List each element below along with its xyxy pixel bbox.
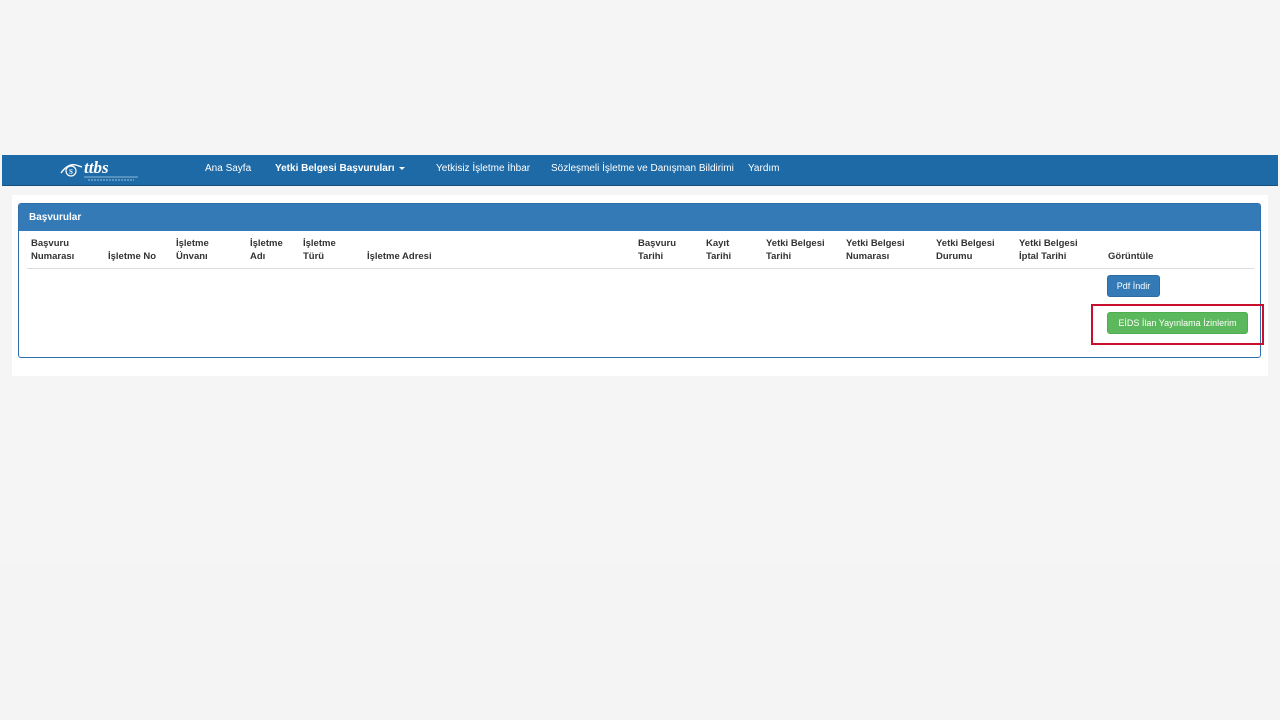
column-header: Yetki Belgesi İptal Tarihi	[1019, 238, 1078, 262]
column-header: Kayıt Tarihi	[706, 238, 732, 262]
top-navbar: S ttbs Ana Sayfa Yetki Belgesi Başvurula…	[2, 155, 1278, 186]
column-header: İşletme Türü	[303, 238, 336, 262]
column-header: İşletme No	[108, 251, 157, 262]
nav-yardim[interactable]: Yardım	[748, 163, 780, 174]
column-header: Yetki Belgesi Numarası	[846, 238, 905, 262]
pdf-download-button[interactable]: Pdf İndir	[1107, 275, 1160, 297]
svg-text:ttbs: ttbs	[84, 158, 109, 177]
svg-text:S: S	[69, 168, 73, 176]
nav-yetkisiz-isletme-ihbar[interactable]: Yetkisiz İşletme İhbar	[436, 163, 530, 174]
column-header: Görüntüle	[1108, 251, 1154, 262]
column-header: Yetki Belgesi Durumu	[936, 238, 995, 262]
column-header: İşletme Adı	[250, 238, 283, 262]
caret-down-icon	[398, 166, 405, 170]
nav-yetki-belgesi-basvurulari[interactable]: Yetki Belgesi Başvuruları	[275, 163, 405, 174]
column-header: İşletme Adresi	[367, 251, 432, 262]
table-header-divider	[27, 268, 1254, 269]
highlight-annotation	[1091, 304, 1264, 345]
column-header: Başvuru Tarihi	[638, 238, 677, 262]
nav-ana-sayfa[interactable]: Ana Sayfa	[205, 163, 251, 174]
column-header: Başvuru Numarası	[31, 238, 75, 262]
nav-sozlesmeli-isletme[interactable]: Sözleşmeli İşletme ve Danışman Bildirimi	[551, 163, 734, 174]
nav-dropdown-label: Yetki Belgesi Başvuruları	[275, 163, 395, 174]
page-background	[0, 562, 1280, 720]
applications-panel: Başvurular	[18, 203, 1261, 358]
column-header: İşletme Ünvanı	[176, 238, 209, 262]
panel-title: Başvurular	[19, 204, 1260, 231]
column-header: Yetki Belgesi Tarihi	[766, 238, 825, 262]
ttbs-logo-icon[interactable]: S ttbs	[58, 157, 142, 183]
